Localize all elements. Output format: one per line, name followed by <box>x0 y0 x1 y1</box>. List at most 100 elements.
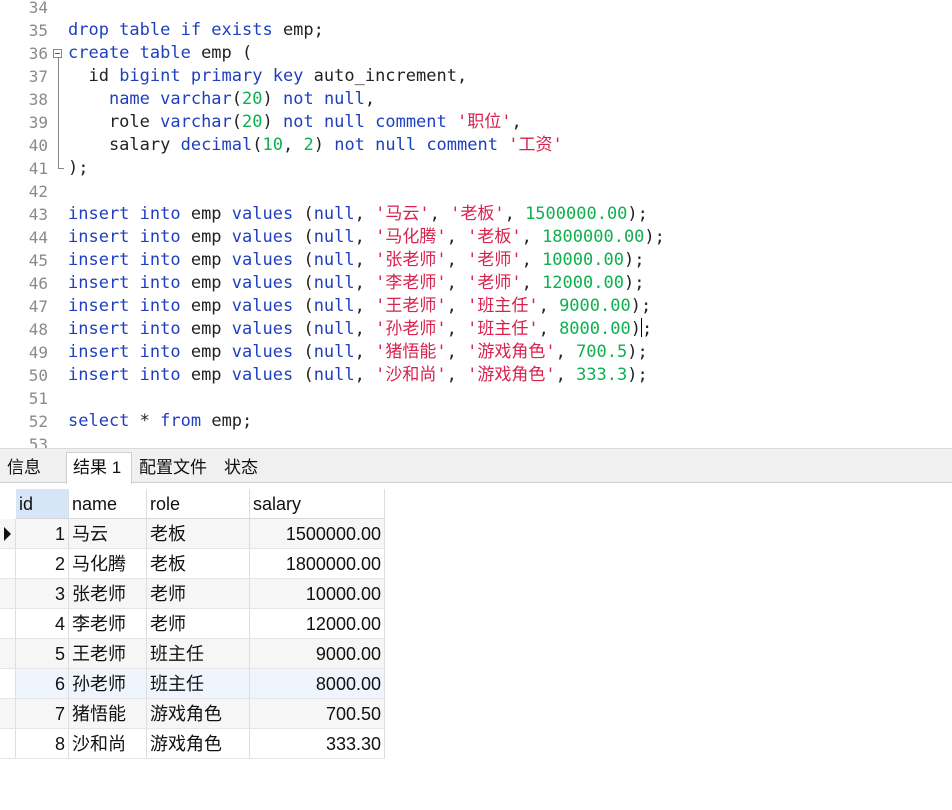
cell-role[interactable]: 老师 <box>147 609 250 639</box>
cell-role[interactable]: 老板 <box>147 519 250 549</box>
code-token: , <box>354 296 376 316</box>
cell-name[interactable]: 李老师 <box>69 609 147 639</box>
code-token: '孙老师' <box>375 319 447 339</box>
cell-salary[interactable]: 1800000.00 <box>250 549 385 579</box>
code-token: , <box>555 365 577 385</box>
code-token: , <box>282 135 304 155</box>
code-line[interactable]: name varchar(20) not null, <box>68 88 375 111</box>
sql-editor[interactable]: 34 35 drop table if exists emp; 36 create ta… <box>0 0 952 448</box>
cell-salary[interactable]: 700.50 <box>250 699 385 729</box>
cell-name[interactable]: 马云 <box>69 519 147 549</box>
row-header[interactable] <box>0 519 16 549</box>
cell-id[interactable]: 7 <box>16 699 69 729</box>
cell-salary[interactable]: 12000.00 <box>250 609 385 639</box>
code-line[interactable]: id bigint primary key auto_increment, <box>68 65 467 88</box>
code-token: , <box>354 250 376 270</box>
cell-salary[interactable]: 333.30 <box>250 729 385 759</box>
code-token: ); <box>627 204 648 224</box>
tab-1[interactable]: 结果 1 <box>66 452 132 484</box>
code-line[interactable]: select * from emp; <box>68 410 252 433</box>
code-line[interactable]: ); <box>68 157 88 180</box>
cell-role[interactable]: 游戏角色 <box>147 699 250 729</box>
cell-name[interactable]: 孙老师 <box>69 669 147 699</box>
row-header[interactable] <box>0 729 16 759</box>
fold-toggle-icon[interactable] <box>53 49 62 58</box>
code-token: ) <box>313 135 335 155</box>
code-line[interactable]: create table emp ( <box>68 42 252 65</box>
row-header[interactable] <box>0 699 16 729</box>
code-token: ( <box>293 365 314 385</box>
row-header[interactable] <box>0 549 16 579</box>
cell-salary[interactable]: 1500000.00 <box>250 519 385 549</box>
code-token: select <box>68 411 130 431</box>
cell-id[interactable]: 1 <box>16 519 69 549</box>
column-header-salary[interactable]: salary <box>250 489 385 519</box>
code-token: , <box>521 250 543 270</box>
cell-salary[interactable]: 10000.00 <box>250 579 385 609</box>
code-token: not null comment <box>283 112 447 132</box>
code-line[interactable]: role varchar(20) not null comment '职位', <box>68 111 522 134</box>
cell-role[interactable]: 游戏角色 <box>147 729 250 759</box>
code-token: values <box>231 250 294 270</box>
row-header[interactable] <box>0 639 16 669</box>
code-line[interactable]: drop table if exists emp; <box>68 19 324 42</box>
code-token: create table <box>68 43 191 63</box>
cell-salary[interactable]: 8000.00 <box>250 669 385 699</box>
line-number: 39 <box>28 113 48 132</box>
code-token: , <box>429 204 451 224</box>
cell-name[interactable]: 马化腾 <box>69 549 147 579</box>
code-token: ); <box>627 365 648 385</box>
cell-salary[interactable]: 9000.00 <box>250 639 385 669</box>
tab-3[interactable]: 状态 <box>218 453 280 483</box>
cell-id[interactable]: 3 <box>16 579 69 609</box>
code-token: , <box>446 342 468 362</box>
code-line[interactable]: insert into emp values (null, '沙和尚', '游戏… <box>68 364 648 387</box>
code-token: ( <box>293 250 314 270</box>
code-token: 20 <box>242 89 263 109</box>
cell-name[interactable]: 猪悟能 <box>69 699 147 729</box>
row-header[interactable] <box>0 579 16 609</box>
code-token: 333.3 <box>576 365 628 385</box>
cell-role[interactable]: 班主任 <box>147 669 250 699</box>
line-number: 51 <box>28 389 48 408</box>
tab-2[interactable]: 配置文件 <box>133 453 215 483</box>
cell-role[interactable]: 老师 <box>147 579 250 609</box>
cell-id[interactable]: 8 <box>16 729 69 759</box>
code-token: values <box>231 319 294 339</box>
code-token: ( <box>293 342 314 362</box>
row-header[interactable] <box>0 609 16 639</box>
row-header[interactable] <box>0 669 16 699</box>
cell-role[interactable]: 老板 <box>147 549 250 579</box>
code-token: null <box>313 296 355 316</box>
code-line[interactable]: insert into emp values (null, '李老师', '老师… <box>68 272 644 295</box>
code-line[interactable]: insert into emp values (null, '马化腾', '老板… <box>68 226 665 249</box>
code-line[interactable]: insert into emp values (null, '猪悟能', '游戏… <box>68 341 648 364</box>
cell-name[interactable]: 王老师 <box>69 639 147 669</box>
column-header-name[interactable]: name <box>69 489 147 519</box>
code-token: 10 <box>262 135 283 155</box>
column-header-role[interactable]: role <box>147 489 250 519</box>
cell-id[interactable]: 2 <box>16 549 69 579</box>
column-header-id[interactable]: id <box>16 489 69 519</box>
cell-id[interactable]: 6 <box>16 669 69 699</box>
line-number: 53 <box>28 435 48 448</box>
code-line[interactable]: salary decimal(10, 2) not null comment '… <box>68 134 563 157</box>
cell-name[interactable]: 张老师 <box>69 579 147 609</box>
code-token: emp <box>180 204 232 224</box>
code-token: values <box>231 342 294 362</box>
code-token: ); <box>623 273 645 293</box>
cell-role[interactable]: 班主任 <box>147 639 250 669</box>
code-line[interactable]: insert into emp values (null, '张老师', '老师… <box>68 249 644 272</box>
code-line[interactable]: insert into emp values (null, '马云', '老板'… <box>68 203 648 226</box>
line-number: 35 <box>28 21 48 40</box>
tab-0[interactable]: 信息 <box>1 453 49 483</box>
code-token: , <box>538 319 560 339</box>
code-line[interactable]: insert into emp values (null, '孙老师', '班主… <box>68 318 652 341</box>
cell-id[interactable]: 5 <box>16 639 69 669</box>
code-token: ); <box>627 342 648 362</box>
code-token: decimal <box>180 135 253 155</box>
cell-name[interactable]: 沙和尚 <box>69 729 147 759</box>
cell-id[interactable]: 4 <box>16 609 69 639</box>
code-line[interactable]: insert into emp values (null, '王老师', '班主… <box>68 295 651 318</box>
code-token: 8000.00 <box>559 319 631 339</box>
